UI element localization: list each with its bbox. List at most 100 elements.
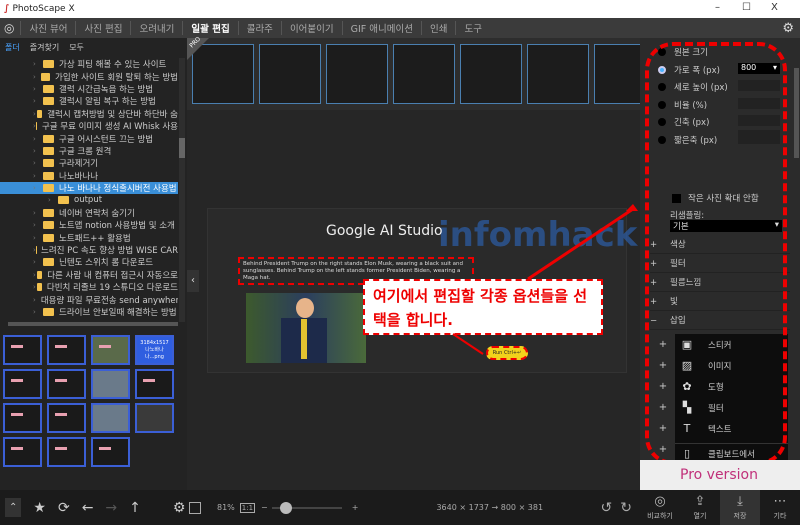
pro-version-ad[interactable]: Pro version [640,460,800,490]
actual-size-button[interactable]: 1:1 [239,502,256,513]
chevron-right-icon[interactable]: › [33,221,43,229]
close-button[interactable]: X [771,2,778,13]
tree-folder-item[interactable]: › 네이버 연락처 숨기기 [0,207,178,219]
chevron-right-icon[interactable]: › [48,196,58,204]
right-scrollbar[interactable] [794,68,799,158]
section-header[interactable]: + 필터 [650,255,790,273]
menu-photo-editor[interactable]: 사진 편집 [75,21,130,35]
insert-menu-item[interactable]: ▚ 필터 [675,397,788,418]
rotate-right-icon[interactable]: ↻ [620,500,632,516]
menu-print[interactable]: 인쇄 [421,21,455,35]
menu-photo-viewer[interactable]: 사진 뷰어 [20,21,75,35]
star-icon[interactable]: ★ [33,500,46,516]
section-header[interactable]: + 필름느낌 [650,274,790,292]
tree-folder-item[interactable]: › 드라이브 안보일때 해결하는 방법 [0,306,178,318]
radio-icon[interactable] [658,135,666,144]
chevron-right-icon[interactable]: › [33,296,36,304]
expand-icon[interactable]: + [650,293,670,311]
tree-folder-item[interactable]: › 다른 사람 내 컴퓨터 접근시 자동으로 [0,269,178,281]
tree-folder-item[interactable]: › 구글 크롬 원격 [0,145,178,157]
tab-favorites[interactable]: 즐겨찾기 [30,42,59,53]
thumbnail[interactable] [47,437,86,467]
tree-folder-item[interactable]: › 갤럭시 캡처방법 및 상단바 하단바 숨 [0,108,178,120]
zoom-out-button[interactable]: − [261,503,268,512]
menu-cut-out[interactable]: 오려내기 [130,21,182,35]
thumbnail[interactable] [3,437,42,467]
chevron-right-icon[interactable]: › [33,85,43,93]
collapse-up-icon[interactable]: ⌃ [5,498,22,517]
tree-folder-item[interactable]: › 구글 어시스턴트 끄는 방법 [0,132,178,145]
chevron-right-icon[interactable]: › [33,258,43,266]
menu-collage[interactable]: 콜라주 [237,21,281,35]
gear-icon[interactable]: ⚙ [173,500,186,516]
resize-value-field[interactable] [738,80,780,91]
plus-icon[interactable]: + [653,334,673,355]
tree-folder-item[interactable]: › 노트패드++ 활용법 [0,231,178,244]
insert-menu-item[interactable]: T 텍스트 [675,418,788,439]
settings-gear-icon[interactable]: ⚙ [782,21,794,36]
thumbnail[interactable] [3,369,42,399]
back-arrow-icon[interactable]: ← [82,500,94,516]
toolbar-button-compare[interactable]: ◎ 비교하기 [640,490,680,525]
compare-toggle-icon[interactable] [189,501,201,514]
section-header[interactable]: + 빛 [650,293,790,311]
chevron-right-icon[interactable]: › [33,135,43,143]
section-header[interactable]: + 색상 [650,236,790,254]
expand-icon[interactable]: + [650,236,670,254]
resampling-select[interactable]: 기본 ▾ [670,220,782,232]
tree-folder-item[interactable]: › 갤럭 시간급녹음 하는 방법 [0,83,178,95]
chevron-right-icon[interactable]: › [33,97,43,105]
custom-width-field[interactable] [738,130,780,141]
forward-arrow-icon[interactable]: → [105,500,117,516]
insert-menu-item[interactable]: ✿ 도형 [675,376,788,397]
chevron-right-icon[interactable]: › [33,234,43,242]
zoom-slider-thumb[interactable] [280,501,293,514]
radio-icon[interactable] [658,118,666,126]
menu-tools[interactable]: 도구 [455,21,489,35]
tree-folder-item[interactable]: › 나노 바나나 정식출시버전 사용법 [0,181,178,195]
radio-icon[interactable] [658,100,666,109]
thumbnail[interactable] [47,369,86,399]
resize-option-radio[interactable]: 원본 크기 [658,46,798,58]
menu-combine[interactable]: 이어붙이기 [280,21,342,35]
resize-value-field[interactable] [738,115,780,126]
thumbnail[interactable] [47,335,86,365]
tree-folder-item[interactable]: › 대용량 파일 무료전송 send anywhere [0,293,178,306]
radio-icon[interactable] [658,65,666,74]
maximize-button[interactable]: ☐ [742,2,751,13]
plus-icon[interactable]: + [653,397,673,418]
chevron-right-icon[interactable]: › [33,209,43,217]
chevron-right-icon[interactable]: › [33,308,43,316]
resize-value-field[interactable]: 800 ▾ [738,62,780,74]
no-enlarge-checkbox[interactable]: 작은 사진 확대 안함 [672,192,800,204]
chevron-right-icon[interactable]: › [33,172,43,180]
section-header[interactable]: − 삽입 [650,312,790,330]
tree-folder-item[interactable]: › output [0,194,178,206]
tree-folder-item[interactable]: › 갤럭시 알림 복구 하는 방법 [0,95,178,107]
thumbnail[interactable] [91,437,130,467]
expand-icon[interactable]: + [650,274,670,292]
thumbnail[interactable] [3,335,42,365]
expand-icon[interactable]: + [650,255,670,273]
thumbnail-selected[interactable]: 3184x1517 나노바나나...png [135,335,174,365]
toolbar-button-save[interactable]: ⤓ 저장 [720,490,760,525]
zoom-in-button[interactable]: + [352,503,359,512]
zoom-slider[interactable] [271,501,342,514]
tree-folder-item[interactable]: › 다빈치 리졸브 19 스튜디오 다운로드 [0,281,178,293]
radio-icon[interactable] [658,83,666,91]
insert-menu-item[interactable]: ▨ 이미지 [675,355,788,376]
thumbnail[interactable] [47,403,86,433]
radio-icon[interactable] [658,48,666,56]
tree-folder-item[interactable]: › 구글 무료 이미지 생성 AI Whisk 사용 [0,120,178,132]
minimize-button[interactable]: – [715,2,720,13]
menu-gif[interactable]: GIF 애니메이션 [341,21,421,35]
tree-folder-item[interactable]: › 구라제거기 [0,157,178,169]
tree-scrollbar[interactable] [179,58,185,322]
refresh-icon[interactable]: ⟳ [58,500,70,516]
tree-hscrollbar[interactable] [8,322,178,326]
prev-arrow-button[interactable]: ‹ [187,270,199,292]
chevron-right-icon[interactable]: › [33,60,43,68]
menu-batch-edit[interactable]: 일괄 편집 [182,21,237,35]
tab-folder[interactable]: 폴더 [5,42,20,53]
thumbnail[interactable] [91,335,130,365]
